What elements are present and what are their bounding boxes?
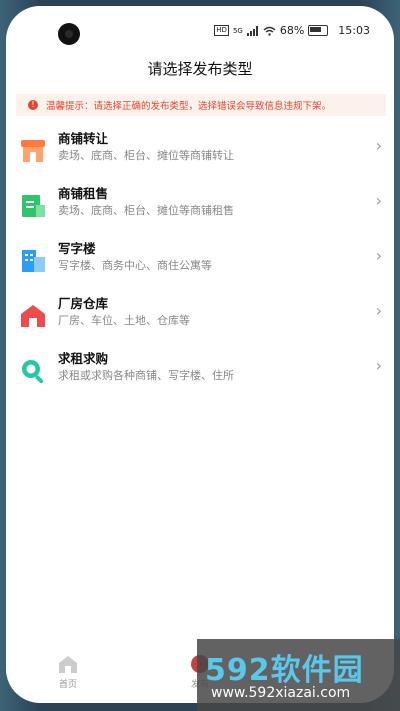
clock: 15:03 <box>338 24 370 37</box>
notice-text: 温馨提示：请选择正确的发布类型，选择错误会导致信息违规下架。 <box>46 101 332 112</box>
category-desc: 卖场、底商、柜台、摊位等商铺转让 <box>58 149 234 162</box>
tab-home[interactable]: 首页 <box>38 654 98 690</box>
category-name: 商铺租售 <box>58 186 109 201</box>
tab-home-label: 首页 <box>58 680 77 690</box>
category-name: 厂房仓库 <box>58 296 109 311</box>
category-shop-transfer[interactable]: 商铺转让 卖场、底商、柜台、摊位等商铺转让 › <box>6 128 394 178</box>
chevron-right-icon: › <box>375 246 382 265</box>
watermark: 592软件园 www.592xiazai.com <box>197 639 400 711</box>
document-icon <box>22 195 45 217</box>
notice-banner: ! 温馨提示：请选择正确的发布类型，选择错误会导致信息违规下架。 <box>16 94 386 116</box>
category-name: 写字楼 <box>58 241 96 256</box>
shop-icon <box>21 140 45 162</box>
signal-icon <box>246 25 258 36</box>
category-wanted[interactable]: 求租求购 求租或求购各种商铺、写字楼、住所 › <box>6 348 394 398</box>
device-frame: HD 5G 68% 15:03 请选择发布类型 ! 温馨提示：请选择正确的发布类… <box>0 0 400 711</box>
category-shop-rent-sale[interactable]: 商铺租售 卖场、底商、柜台、摊位等商铺租售 › <box>6 183 394 233</box>
battery-icon <box>308 25 329 36</box>
watermark-brand: 592软件园 <box>205 653 364 688</box>
chevron-right-icon: › <box>375 356 382 375</box>
warehouse-icon <box>21 305 45 327</box>
wifi-icon <box>263 26 276 36</box>
status-indicators: HD 5G 68% 15:03 <box>214 24 370 37</box>
battery-percent: 68% <box>279 24 305 37</box>
chevron-right-icon: › <box>375 136 382 155</box>
page-title: 请选择发布类型 <box>147 60 253 78</box>
chevron-right-icon: › <box>375 191 382 210</box>
camera-icon <box>58 23 80 45</box>
network-label: 5G <box>232 26 243 35</box>
chevron-right-icon: › <box>375 301 382 320</box>
search-icon <box>22 360 44 384</box>
office-building-icon <box>22 250 45 272</box>
category-name: 求租求购 <box>58 351 109 366</box>
category-desc: 求租或求购各种商铺、写字楼、住所 <box>58 369 234 382</box>
phone-screen: HD 5G 68% 15:03 请选择发布类型 ! 温馨提示：请选择正确的发布类… <box>6 6 394 703</box>
category-warehouse[interactable]: 厂房仓库 厂房、车位、土地、仓库等 › <box>6 293 394 343</box>
warning-icon: ! <box>28 100 38 110</box>
status-bar: HD 5G 68% 15:03 <box>6 6 394 56</box>
category-desc: 写字楼、商务中心、商住公寓等 <box>58 259 212 272</box>
home-icon <box>59 656 77 673</box>
category-office-building[interactable]: 写字楼 写字楼、商务中心、商住公寓等 › <box>6 238 394 288</box>
watermark-url: www.592xiazai.com <box>211 685 351 701</box>
category-name: 商铺转让 <box>58 131 109 146</box>
category-desc: 厂房、车位、土地、仓库等 <box>58 314 190 327</box>
category-desc: 卖场、底商、柜台、摊位等商铺租售 <box>58 204 234 217</box>
hd-label: HD <box>214 25 229 36</box>
